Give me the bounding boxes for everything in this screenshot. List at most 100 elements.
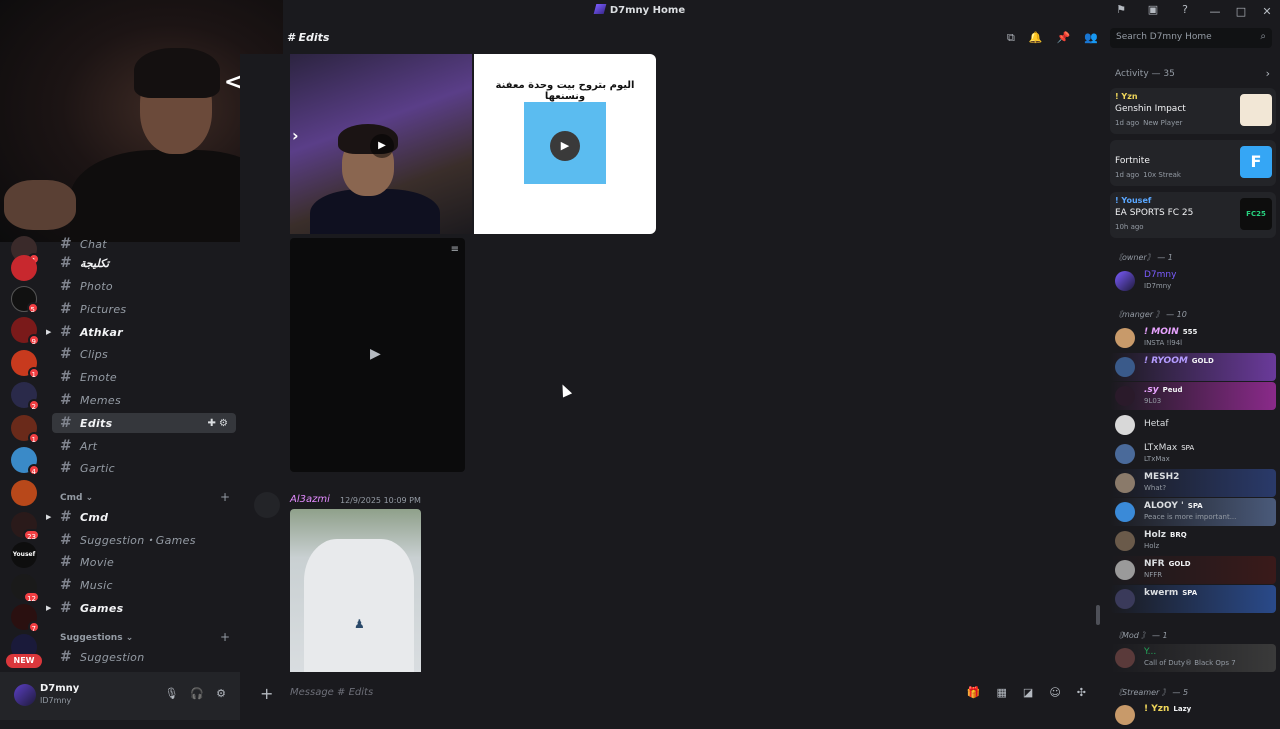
play-icon[interactable]: ▶: [370, 134, 394, 158]
channel-chat[interactable]: # Chat: [52, 234, 236, 254]
member-item[interactable]: Y... Call of Duty® Black Ops 7: [1110, 644, 1276, 672]
hash-icon: #: [60, 577, 72, 593]
member-item[interactable]: D7mny ID7mny: [1110, 267, 1276, 295]
channel-photo[interactable]: # Photo: [52, 276, 236, 296]
channel-cmd[interactable]: ▶ # Cmd: [46, 507, 236, 527]
category-suggestions[interactable]: Suggestions ⌄: [60, 633, 133, 643]
channel-clips[interactable]: # Clips: [52, 344, 236, 364]
channel-music[interactable]: # Music: [52, 575, 236, 595]
channel-pictures[interactable]: # Pictures: [52, 299, 236, 319]
member-item[interactable]: MESH2 What?: [1110, 469, 1276, 497]
maximize-button[interactable]: □: [1228, 5, 1254, 18]
server-icon[interactable]: 23: [11, 512, 40, 541]
emoji-icon[interactable]: ☺: [1049, 686, 1060, 699]
activity-header: Activity — 35: [1115, 69, 1175, 79]
game-art: FC25: [1240, 198, 1272, 230]
channel-art[interactable]: # Art: [52, 436, 236, 456]
gear-icon[interactable]: ⚙: [216, 687, 226, 700]
hash-icon: #: [60, 369, 72, 385]
activity-card[interactable]: ! Yzn Genshin Impact 1d ago New Player: [1110, 88, 1276, 134]
options-icon[interactable]: ≡: [451, 244, 459, 255]
bell-icon[interactable]: 🔔: [1029, 31, 1043, 45]
inbox-icon[interactable]: ⚑: [1114, 3, 1128, 17]
member-item[interactable]: ! RYOOM GOLD: [1110, 353, 1276, 381]
hash-icon: #: [60, 236, 72, 252]
member-item[interactable]: LTxMax SPA LTxMax: [1110, 440, 1276, 468]
member-item[interactable]: ! MOIN 555 INSTA !l94l: [1110, 324, 1276, 352]
message-timestamp: 12/9/2025 10:09 PM: [340, 496, 421, 505]
game-art: F: [1240, 146, 1272, 178]
server-icon[interactable]: 7: [11, 604, 40, 633]
sticker-icon[interactable]: ◪: [1023, 686, 1033, 699]
role-header: 〘manger 〙 — 10: [1114, 310, 1187, 319]
channel-suggestion[interactable]: # Suggestion: [52, 647, 236, 667]
gift-icon[interactable]: 🎁: [967, 686, 981, 699]
channel-games[interactable]: ▶ # Games: [46, 598, 236, 618]
video-attachment[interactable]: › ▶: [290, 54, 472, 234]
minimize-button[interactable]: —: [1202, 5, 1228, 18]
server-icon[interactable]: [11, 480, 37, 506]
message-input[interactable]: Message # Edits: [290, 687, 373, 698]
member-item[interactable]: ALOOY ' SPA Peace is more important...: [1110, 498, 1276, 526]
channel-takleeja[interactable]: # تكليجة: [52, 253, 236, 273]
search-input[interactable]: Search D7mny Home ⌕: [1110, 28, 1272, 48]
avatar[interactable]: [254, 492, 280, 518]
avatar[interactable]: [14, 684, 36, 706]
activity-card[interactable]: Fortnite 1d ago 10x Streak F: [1110, 140, 1276, 186]
server-icon[interactable]: 12: [11, 574, 40, 603]
add-channel-icon[interactable]: +: [220, 490, 230, 504]
game-art: [1240, 94, 1272, 126]
video-attachment[interactable]: ≡ ▶: [290, 238, 465, 472]
scrollbar[interactable]: [1096, 605, 1100, 625]
play-icon[interactable]: ▶: [370, 346, 381, 362]
channel-gartic[interactable]: # Gartic: [52, 458, 236, 478]
video-attachment[interactable]: ♟: [290, 509, 421, 672]
pin-icon[interactable]: 📌: [1057, 31, 1071, 45]
hash-icon: #: [60, 324, 72, 340]
help-icon[interactable]: ?: [1178, 3, 1192, 17]
channel-memes[interactable]: # Memes: [52, 390, 236, 410]
server-icon[interactable]: [11, 255, 37, 281]
chevron-right-icon[interactable]: ›: [1266, 67, 1270, 80]
monitor-icon[interactable]: ▣: [1146, 3, 1160, 17]
channel-settings-icon[interactable]: ✚ ⚙: [207, 418, 228, 429]
member-item[interactable]: .sy Peud 9L03: [1110, 382, 1276, 410]
member-item[interactable]: NFR GOLD NFFR: [1110, 556, 1276, 584]
message-author[interactable]: Al3azmi: [290, 494, 330, 505]
member-item[interactable]: ! Yzn Lazy: [1110, 701, 1276, 729]
category-cmd[interactable]: Cmd ⌄: [60, 493, 93, 503]
close-button[interactable]: ✕: [1254, 5, 1280, 18]
channel-suggestion-games[interactable]: # Suggestion・Games: [52, 530, 236, 550]
member-item[interactable]: kwerm SPA: [1110, 585, 1276, 613]
channel-emote[interactable]: # Emote: [52, 367, 236, 387]
avatar: [1115, 444, 1135, 464]
threads-icon[interactable]: ⧉: [1007, 31, 1015, 45]
server-icon[interactable]: 1: [11, 350, 40, 379]
server-icon[interactable]: 5: [11, 286, 39, 314]
channel-movie[interactable]: # Movie: [52, 552, 236, 572]
apps-icon[interactable]: ✣: [1077, 686, 1086, 699]
add-channel-icon[interactable]: +: [220, 630, 230, 644]
hash-icon: #: [60, 509, 72, 525]
server-icon[interactable]: 2: [11, 382, 40, 411]
video-attachment[interactable]: اليوم بتروح بيت وحدة معفنة ونسنعها ▶: [474, 54, 656, 234]
add-attachment-icon[interactable]: +: [260, 684, 273, 703]
member-item[interactable]: Hetaf: [1110, 411, 1276, 439]
members-icon[interactable]: 👥: [1084, 31, 1098, 45]
gif-icon[interactable]: ▦: [997, 686, 1007, 699]
hash-icon: #: [60, 255, 72, 271]
server-icon[interactable]: 1: [11, 415, 40, 444]
play-icon[interactable]: ▶: [550, 131, 580, 161]
server-icon[interactable]: 4: [11, 447, 40, 476]
new-badge[interactable]: NEW: [6, 654, 42, 668]
server-icon[interactable]: 9: [11, 317, 40, 346]
server-icon-yousef[interactable]: Yousef: [11, 542, 37, 568]
headphones-icon[interactable]: 🎧: [190, 687, 204, 700]
channel-athkar[interactable]: ▶ # Athkar: [46, 322, 236, 342]
channel-title: # Edits: [287, 31, 330, 44]
activity-card[interactable]: ! Yousef EA SPORTS FC 25 10h ago FC25: [1110, 192, 1276, 238]
microphone-icon[interactable]: 🎙: [164, 687, 178, 700]
member-item[interactable]: Holz BRQ Holz: [1110, 527, 1276, 555]
avatar: [1115, 328, 1135, 348]
channel-edits[interactable]: # Edits ✚ ⚙: [52, 413, 236, 433]
